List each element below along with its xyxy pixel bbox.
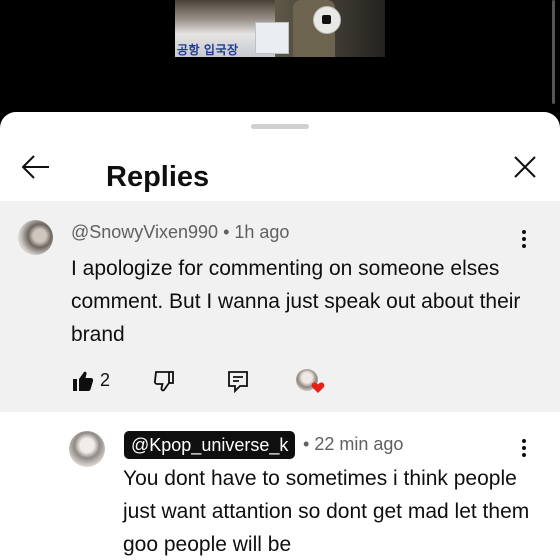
back-button[interactable] [18,150,54,184]
reply-comment: @Kpop_universe_k • 22 min ago You dont h… [0,412,560,560]
video-microphone [313,6,341,34]
like-button[interactable]: 2 [71,367,121,395]
meta-separator: • [303,434,315,454]
video-player[interactable]: 공항 입국장 [0,0,560,120]
dislike-button[interactable] [152,369,176,393]
video-sign-text: 공항 입국장 [177,43,239,57]
thumbs-down-icon [153,371,174,392]
author-handle-chip[interactable]: @Kpop_universe_k [124,431,296,459]
meta-separator: • [223,222,235,242]
more-options-button[interactable] [516,227,532,251]
heart-icon [311,382,325,393]
comment-actions: 2 [0,367,560,397]
comment-meta: • 22 min ago [303,434,403,455]
creator-heart-badge [296,367,326,395]
comment-author[interactable]: @SnowyVixen990 [71,222,218,242]
avatar[interactable] [18,220,53,255]
video-frame: 공항 입국장 [175,0,385,57]
parent-comment: @SnowyVixen990 • 1h ago I apologize for … [0,201,560,412]
avatar[interactable] [69,431,105,467]
more-vertical-icon [522,230,526,248]
close-button[interactable] [508,150,542,184]
replies-sheet: Replies @SnowyVixen990 • 1h ago I apolog… [0,112,560,560]
comment-text: I apologize for commenting on someone el… [71,257,521,346]
more-options-button[interactable] [516,436,532,460]
like-count: 2 [100,370,111,390]
sheet-header: Replies [0,132,560,200]
reply-button[interactable] [226,369,250,394]
comment-time: 1h ago [234,222,290,242]
scrollbar[interactable] [552,0,555,104]
comment-meta: @SnowyVixen990 • 1h ago [71,222,289,243]
arrow-left-icon [21,155,49,179]
more-vertical-icon [522,439,526,457]
comment-time: 22 min ago [314,434,404,454]
thumbs-up-icon [73,371,94,391]
reply-comment-icon [228,371,248,394]
close-icon [514,156,536,178]
drag-handle[interactable] [251,124,309,129]
comment-text: You dont have to sometimes i think peopl… [123,467,530,556]
video-display-case [255,22,289,54]
page-title: Replies [106,161,210,193]
